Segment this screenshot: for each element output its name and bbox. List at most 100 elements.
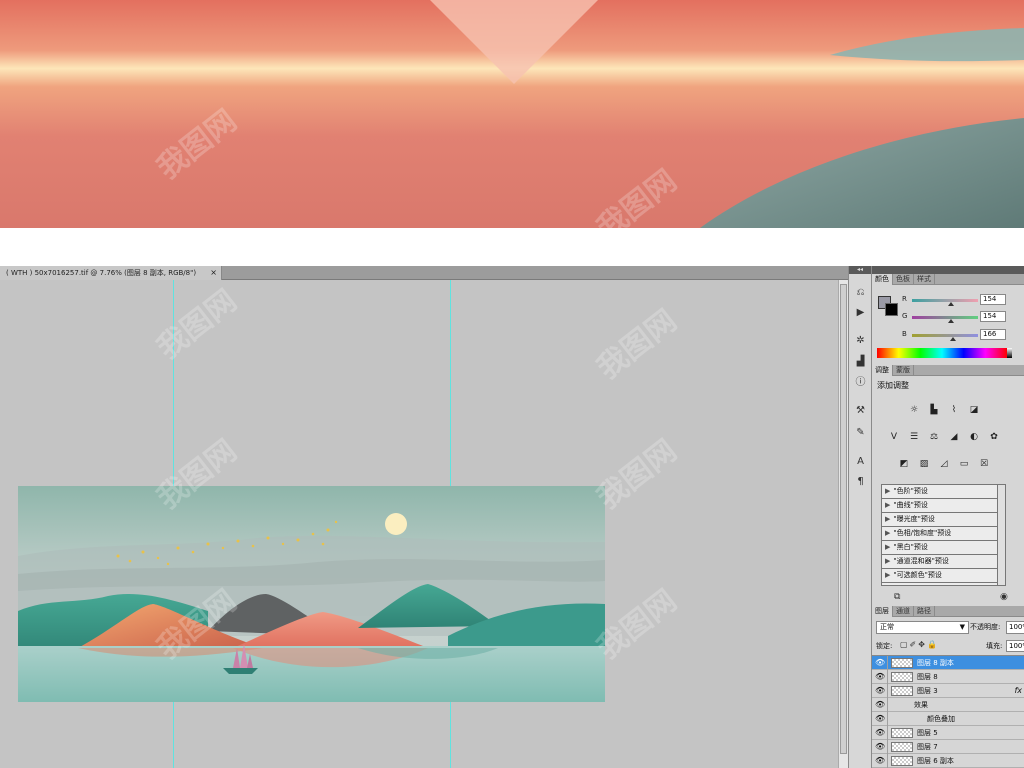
eye-icon[interactable]: 👁 <box>875 754 885 768</box>
icon-strip-collapse[interactable]: ◂◂ <box>849 266 871 274</box>
actions-icon[interactable]: ▶ <box>853 306 868 319</box>
vibrance-icon[interactable]: V <box>887 431 901 444</box>
blue-value-field[interactable]: 166 <box>980 329 1006 340</box>
color-balance-icon[interactable]: ⚖ <box>927 431 941 444</box>
brightness-contrast-icon[interactable]: ☼ <box>907 404 921 417</box>
panel-icon-strip: ◂◂ ⎌ ▶ ✲ ▟ ⓘ ⚒ ✎ A ¶ <box>848 266 872 768</box>
layer-effect-row[interactable]: 👁 颜色叠加 <box>872 712 1024 726</box>
navigator-icon[interactable]: ✲ <box>853 334 868 347</box>
layer-row[interactable]: 👁 图层 5 <box>872 726 1024 740</box>
preset-item[interactable]: ▶ "曝光度"预设 <box>882 513 997 527</box>
clip-to-layer-icon[interactable]: ⧉ <box>894 592 900 602</box>
blue-label: B <box>902 330 907 338</box>
preset-item[interactable]: ▶ "色相/饱和度"预设 <box>882 527 997 541</box>
tab-adjustments[interactable]: 调整 <box>872 365 893 376</box>
blend-mode-select[interactable]: 正常 ▼ <box>876 621 969 634</box>
eye-icon[interactable]: 👁 <box>875 656 885 670</box>
posterize-icon[interactable]: ▨ <box>917 458 931 471</box>
layers-list: 👁 图层 8 副本 👁 图层 8 👁 图层 3 fx 👁 效果 👁 颜色叠加 👁… <box>872 655 1024 768</box>
blue-channel-slider[interactable]: B 166 <box>902 329 1022 342</box>
exposure-icon[interactable]: ◪ <box>967 404 981 417</box>
history-icon[interactable]: ⎌ <box>853 286 868 299</box>
red-slider-knob[interactable] <box>948 302 954 306</box>
blend-mode-value: 正常 <box>880 623 894 631</box>
layer-row[interactable]: 👁 图层 8 副本 <box>872 656 1024 670</box>
layer-thumbnail <box>891 672 913 682</box>
close-icon[interactable]: × <box>210 266 217 280</box>
layers-panel-tabs: 图层 通道 路径 <box>872 606 1024 617</box>
layer-name: 图层 7 <box>917 743 938 751</box>
layer-name: 图层 8 <box>917 673 938 681</box>
eye-icon[interactable]: 👁 <box>875 726 885 740</box>
photo-filter-icon[interactable]: ◐ <box>967 431 981 444</box>
preset-item[interactable]: ▶ "黑白"预设 <box>882 541 997 555</box>
opacity-field[interactable]: 100% <box>1006 621 1024 634</box>
effect-name: 颜色叠加 <box>927 715 955 723</box>
character-icon[interactable]: A <box>853 455 868 468</box>
channel-mixer-icon[interactable]: ✿ <box>987 431 1001 444</box>
eye-icon[interactable]: 👁 <box>875 740 885 754</box>
scrollbar-thumb[interactable] <box>840 284 847 754</box>
tab-swatches[interactable]: 色板 <box>893 274 914 285</box>
eye-icon[interactable]: 👁 <box>875 712 885 726</box>
black-white-ramp[interactable] <box>1007 348 1012 358</box>
document-tab[interactable]: ( WTH ) 50x7016257.tif @ 7.76% (图层 8 副本,… <box>0 266 222 280</box>
tab-layers[interactable]: 图层 <box>872 606 893 617</box>
layer-effects-icon[interactable]: fx <box>1014 684 1022 698</box>
tab-channels[interactable]: 通道 <box>893 606 914 617</box>
presets-scrollbar[interactable] <box>998 484 1006 586</box>
histogram-icon[interactable]: ▟ <box>853 355 868 368</box>
layer-effects-row[interactable]: 👁 效果 <box>872 698 1024 712</box>
threshold-icon[interactable]: ◿ <box>937 458 951 471</box>
color-spectrum-bar[interactable] <box>877 348 1007 358</box>
info-icon[interactable]: ⓘ <box>853 376 868 389</box>
fill-label: 填充: <box>986 642 1003 650</box>
red-channel-slider[interactable]: R 154 <box>902 294 1022 307</box>
adjustment-presets-list: ▶ "色阶"预设 ▶ "曲线"预设 ▶ "曝光度"预设 ▶ "色相/饱和度"预设 ▶ "黑… <box>881 484 998 586</box>
layer-row[interactable]: 👁 图层 8 <box>872 670 1024 684</box>
fill-field[interactable]: 100% <box>1006 640 1024 652</box>
tab-masks[interactable]: 蒙版 <box>893 365 914 376</box>
layer-row[interactable]: 👁 图层 6 副本 <box>872 754 1024 768</box>
document-tab-bar: ( WTH ) 50x7016257.tif @ 7.76% (图层 8 副本,… <box>0 266 848 280</box>
visibility-toggle-icon[interactable]: ◉ <box>1000 592 1008 602</box>
eye-icon[interactable]: 👁 <box>875 698 885 712</box>
layer-thumbnail <box>891 742 913 752</box>
black-white-icon[interactable]: ◢ <box>947 431 961 444</box>
selective-color-icon[interactable]: ☒ <box>977 458 991 471</box>
top-preview-image <box>0 0 1024 228</box>
layer-row[interactable]: 👁 图层 3 fx <box>872 684 1024 698</box>
invert-icon[interactable]: ◩ <box>897 458 911 471</box>
layer-row[interactable]: 👁 图层 7 <box>872 740 1024 754</box>
preset-item[interactable]: ▶ "色阶"预设 <box>882 485 997 499</box>
paragraph-icon[interactable]: ¶ <box>853 475 868 488</box>
panels-header[interactable] <box>872 266 1024 274</box>
lock-options-icons[interactable]: ▢✐✥🔒 <box>900 640 939 649</box>
landscape-artwork <box>18 486 605 702</box>
levels-icon[interactable]: ▙ <box>927 404 941 417</box>
green-value-field[interactable]: 154 <box>980 311 1006 322</box>
preset-item[interactable]: ▶ "通道混和器"预设 <box>882 555 997 569</box>
hue-saturation-icon[interactable]: ☰ <box>907 431 921 444</box>
red-value-field[interactable]: 154 <box>980 294 1006 305</box>
gradient-map-icon[interactable]: ▭ <box>957 458 971 471</box>
tab-styles[interactable]: 样式 <box>914 274 935 285</box>
screenshot-root: { "document": { "tab_title": "( WTH ) 50… <box>0 0 1024 768</box>
background-color-swatch[interactable] <box>885 303 898 316</box>
tool-presets-icon[interactable]: ⚒ <box>853 404 868 417</box>
preset-item[interactable]: ▶ "曲线"预设 <box>882 499 997 513</box>
green-slider-knob[interactable] <box>948 319 954 323</box>
canvas-area[interactable] <box>0 280 838 768</box>
curves-icon[interactable]: ⌇ <box>947 404 961 417</box>
tab-color[interactable]: 颜色 <box>872 274 893 285</box>
preset-item[interactable]: ▶ "可选颜色"预设 <box>882 569 997 583</box>
blue-slider-knob[interactable] <box>950 337 956 341</box>
layer-name: 图层 5 <box>917 729 938 737</box>
opacity-label: 不透明度: <box>970 623 1001 631</box>
brushes-icon[interactable]: ✎ <box>853 426 868 439</box>
tab-paths[interactable]: 路径 <box>914 606 935 617</box>
canvas-vertical-scrollbar[interactable] <box>838 280 848 768</box>
green-channel-slider[interactable]: G 154 <box>902 311 1022 324</box>
eye-icon[interactable]: 👁 <box>875 670 885 684</box>
eye-icon[interactable]: 👁 <box>875 684 885 698</box>
